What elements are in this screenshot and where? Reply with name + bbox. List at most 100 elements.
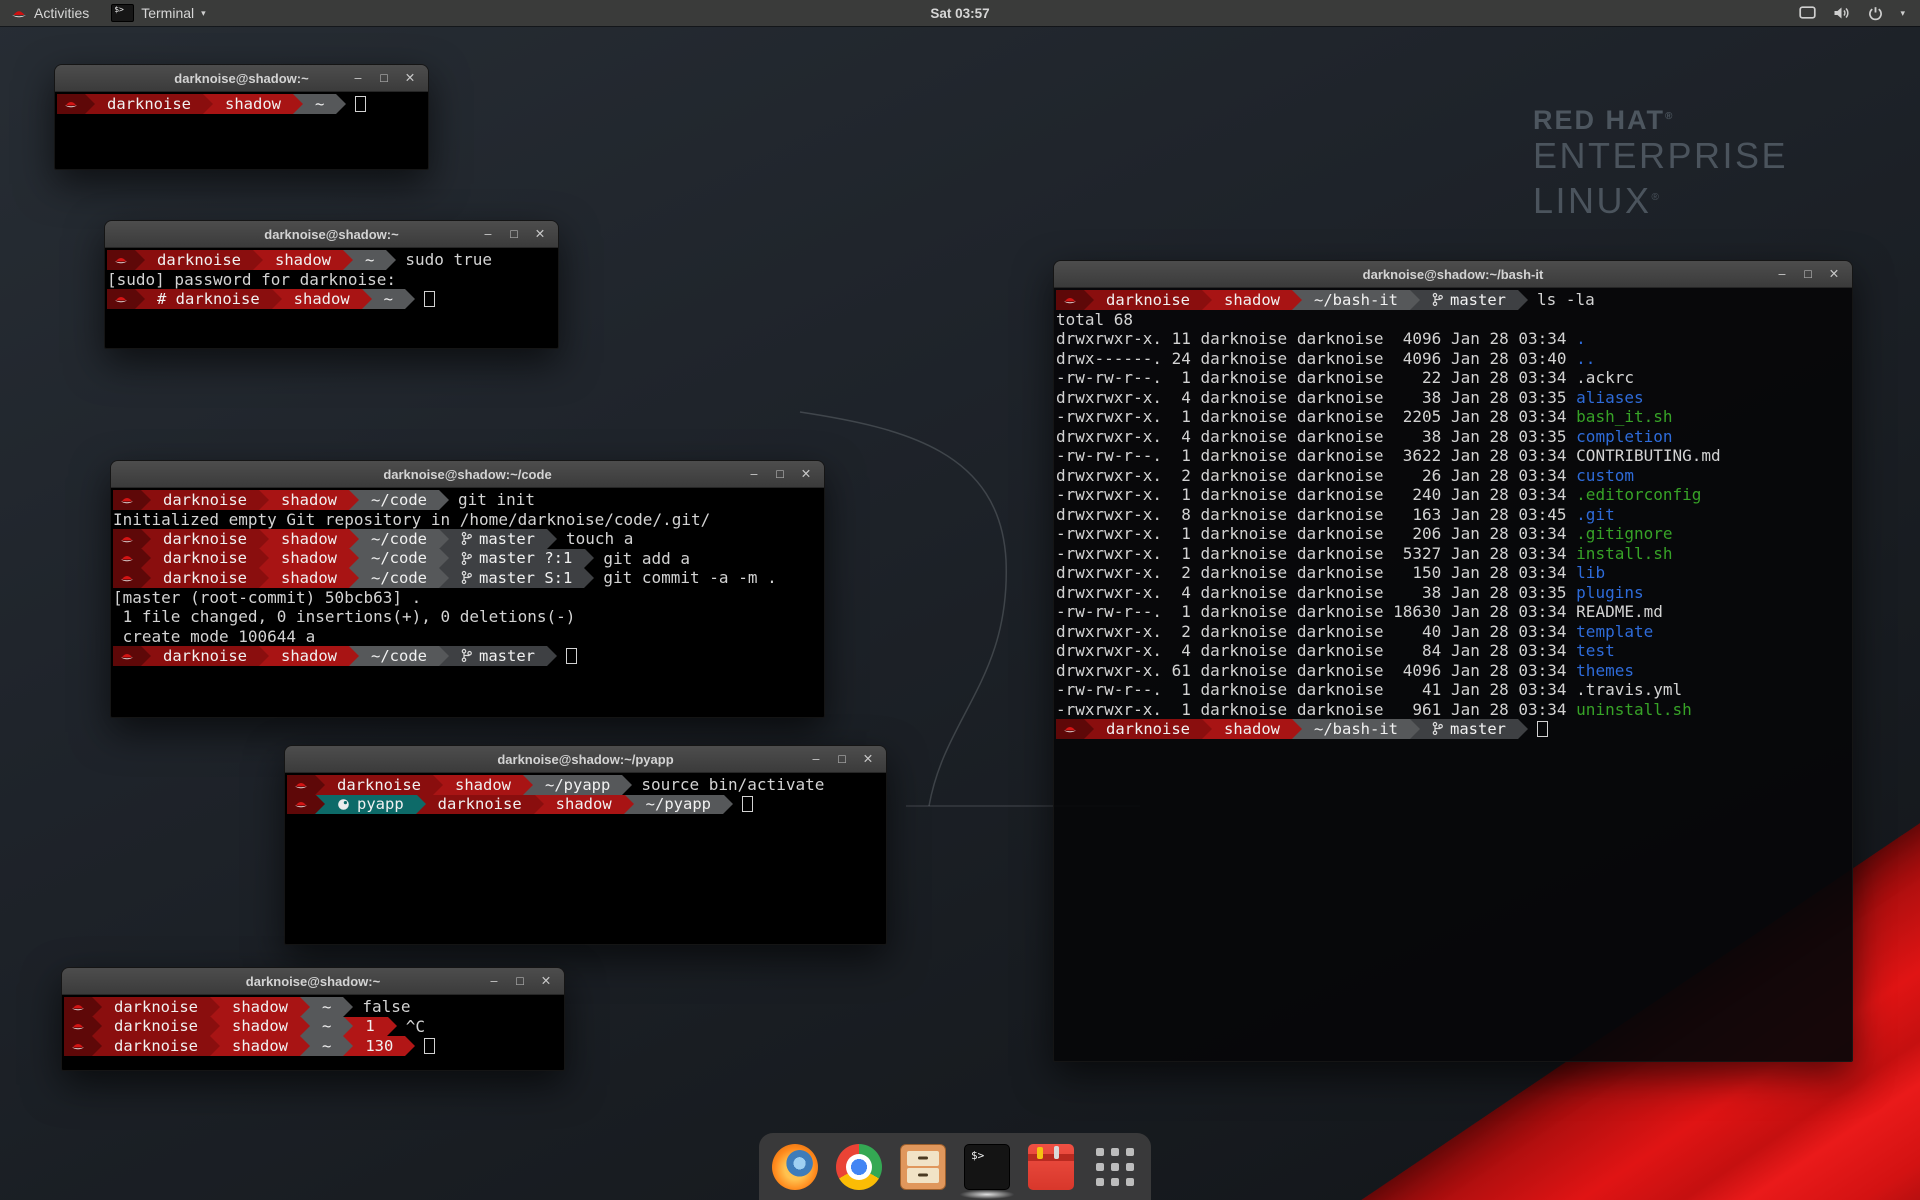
- prompt-segment-host: shadow: [269, 549, 349, 569]
- maximize-button[interactable]: □: [1800, 261, 1816, 287]
- maximize-button[interactable]: □: [376, 65, 392, 91]
- app-grid-icon[interactable]: [1092, 1144, 1138, 1190]
- toolbox-icon[interactable]: [1028, 1144, 1074, 1190]
- terminal-content[interactable]: darknoise shadow ~/code git initInitialized…: [111, 488, 824, 717]
- terminal-icon[interactable]: $>: [964, 1144, 1010, 1190]
- output-text: -rw-rw-r--. 1 darknoise darknoise 3622 J…: [1056, 446, 1576, 465]
- close-button[interactable]: ✕: [402, 65, 418, 91]
- close-button[interactable]: ✕: [538, 968, 554, 994]
- output-line: -rw-rw-r--. 1 darknoise darknoise 18630 …: [1056, 602, 1852, 622]
- output-text: Initialized empty Git repository in /hom…: [113, 510, 710, 529]
- files-icon[interactable]: [900, 1144, 946, 1190]
- powerline-arrow-icon: [1292, 719, 1302, 739]
- powerline-arrow-icon: [405, 1036, 415, 1056]
- close-button[interactable]: ✕: [1826, 261, 1842, 287]
- prompt-segment-user: darknoise: [151, 549, 259, 569]
- minimize-button[interactable]: –: [1774, 261, 1790, 287]
- terminal-glyph: $>: [971, 1149, 984, 1162]
- prompt-segment-git: master: [449, 646, 547, 666]
- drawer-front: [907, 1151, 939, 1166]
- output-line: drwxrwxr-x. 4 darknoise darknoise 38 Jan…: [1056, 427, 1852, 447]
- close-button[interactable]: ✕: [860, 746, 876, 772]
- prompt-segment-hat: [113, 529, 141, 549]
- prompt-line: darknoiseshadow~/codemastertouch a: [113, 529, 824, 549]
- powerline-arrow-icon: [253, 250, 263, 270]
- window-titlebar[interactable]: darknoise@shadow:~–□✕: [62, 968, 564, 995]
- prompt-segment-hat: [107, 289, 135, 309]
- output-text: completion: [1576, 427, 1672, 446]
- powerline-arrow-icon: [92, 1036, 102, 1056]
- prompt-segment-user: darknoise: [151, 646, 259, 666]
- clock[interactable]: Sat 03:57: [930, 6, 989, 21]
- output-text: drwxrwxr-x. 4 darknoise darknoise 38 Jan…: [1056, 583, 1576, 602]
- maximize-button[interactable]: □: [772, 461, 788, 487]
- output-line: drwx------. 24 darknoise darknoise 4096 …: [1056, 349, 1852, 369]
- grid-dot: [1111, 1178, 1119, 1186]
- command-text: git commit -a -m .: [603, 568, 776, 587]
- powerline-arrow-icon: [85, 94, 95, 114]
- prompt-segment-host: shadow: [282, 289, 362, 309]
- prompt-segment-host: shadow: [269, 490, 349, 510]
- app-menu-label: Terminal: [141, 5, 194, 21]
- prompt-segment-hat: [57, 94, 85, 114]
- window-titlebar[interactable]: darknoise@shadow:~/bash-it–□✕: [1054, 261, 1852, 288]
- window-titlebar[interactable]: darknoise@shadow:~–□✕: [105, 221, 558, 248]
- terminal-window-code: darknoise@shadow:~/code–□✕darknoiseshado…: [110, 460, 825, 718]
- output-line: drwxrwxr-x. 2 darknoise darknoise 26 Jan…: [1056, 466, 1852, 486]
- maximize-button[interactable]: □: [512, 968, 528, 994]
- prompt-segment-hat: [64, 997, 92, 1017]
- prompt-segment-host: shadow: [220, 1017, 300, 1037]
- command-text: source bin/activate: [641, 775, 824, 794]
- terminal-content[interactable]: darknoiseshadow~falsedarknoiseshadow~1^C…: [62, 995, 564, 1070]
- power-icon: [1868, 6, 1883, 21]
- terminal-cursor: [1537, 721, 1548, 737]
- firefox-icon[interactable]: [772, 1144, 818, 1190]
- command-text: git init: [458, 490, 535, 509]
- terminal-window-home-sudo: darknoise@shadow:~–□✕darknoiseshadow~sud…: [104, 220, 559, 349]
- prompt-segment-path: ~/code: [359, 529, 439, 549]
- output-text: drwxrwxr-x. 4 darknoise darknoise 84 Jan…: [1056, 641, 1576, 660]
- output-text: install.sh: [1576, 544, 1672, 563]
- powerline-arrow-icon: [300, 1036, 310, 1056]
- powerline-arrow-icon: [135, 289, 145, 309]
- output-line: drwxrwxr-x. 61 darknoise darknoise 4096 …: [1056, 661, 1852, 681]
- output-text: create mode 100644 a: [113, 627, 315, 646]
- window-titlebar[interactable]: darknoise@shadow:~/code–□✕: [111, 461, 824, 488]
- output-text: drwxrwxr-x. 4 darknoise darknoise 38 Jan…: [1056, 388, 1576, 407]
- system-status-area[interactable]: ▾: [1799, 6, 1920, 21]
- grid-dot: [1126, 1148, 1134, 1156]
- prompt-segment-user: darknoise: [151, 529, 259, 549]
- window-titlebar[interactable]: darknoise@shadow:~/pyapp–□✕: [285, 746, 886, 773]
- activities-button[interactable]: Activities: [0, 0, 100, 26]
- minimize-button[interactable]: –: [480, 221, 496, 247]
- close-button[interactable]: ✕: [798, 461, 814, 487]
- output-text: README.md: [1576, 602, 1663, 621]
- maximize-button[interactable]: □: [834, 746, 850, 772]
- top-bar: Activities $> Terminal ▾ Sat 03:57 ▾: [0, 0, 1920, 26]
- window-controls: –□ ✕: [486, 968, 564, 994]
- powerline-arrow-icon: [259, 646, 269, 666]
- prompt-line: darknoiseshadow~/bash-itmaster: [1056, 719, 1852, 739]
- close-button[interactable]: ✕: [532, 221, 548, 247]
- command-text: false: [362, 997, 410, 1016]
- terminal-content[interactable]: darknoiseshadow~/pyappsource bin/activat…: [285, 773, 886, 944]
- terminal-content[interactable]: darknoiseshadow~/bash-itmasterls -latota…: [1054, 288, 1852, 1061]
- chevron-down-icon: ▾: [1900, 8, 1905, 19]
- minimize-button[interactable]: –: [350, 65, 366, 91]
- powerline-arrow-icon: [300, 1017, 310, 1037]
- terminal-content[interactable]: darknoiseshadow~: [55, 92, 428, 169]
- app-menu-terminal[interactable]: $> Terminal ▾: [100, 0, 216, 26]
- maximize-button[interactable]: □: [506, 221, 522, 247]
- output-line: -rwxrwxr-x. 1 darknoise darknoise 2205 J…: [1056, 407, 1852, 427]
- output-text: drwxrwxr-x. 11 darknoise darknoise 4096 …: [1056, 329, 1576, 348]
- output-text: -rwxrwxr-x. 1 darknoise darknoise 5327 J…: [1056, 544, 1576, 563]
- terminal-cursor: [742, 796, 753, 812]
- chrome-icon[interactable]: [836, 1144, 882, 1190]
- window-titlebar[interactable]: darknoise@shadow:~–□✕: [55, 65, 428, 92]
- minimize-button[interactable]: –: [808, 746, 824, 772]
- minimize-button[interactable]: –: [746, 461, 762, 487]
- terminal-content[interactable]: darknoiseshadow~sudo true[sudo] password…: [105, 248, 558, 348]
- prompt-segment-user: darknoise: [1094, 719, 1202, 739]
- minimize-button[interactable]: –: [486, 968, 502, 994]
- output-text: lib: [1576, 563, 1605, 582]
